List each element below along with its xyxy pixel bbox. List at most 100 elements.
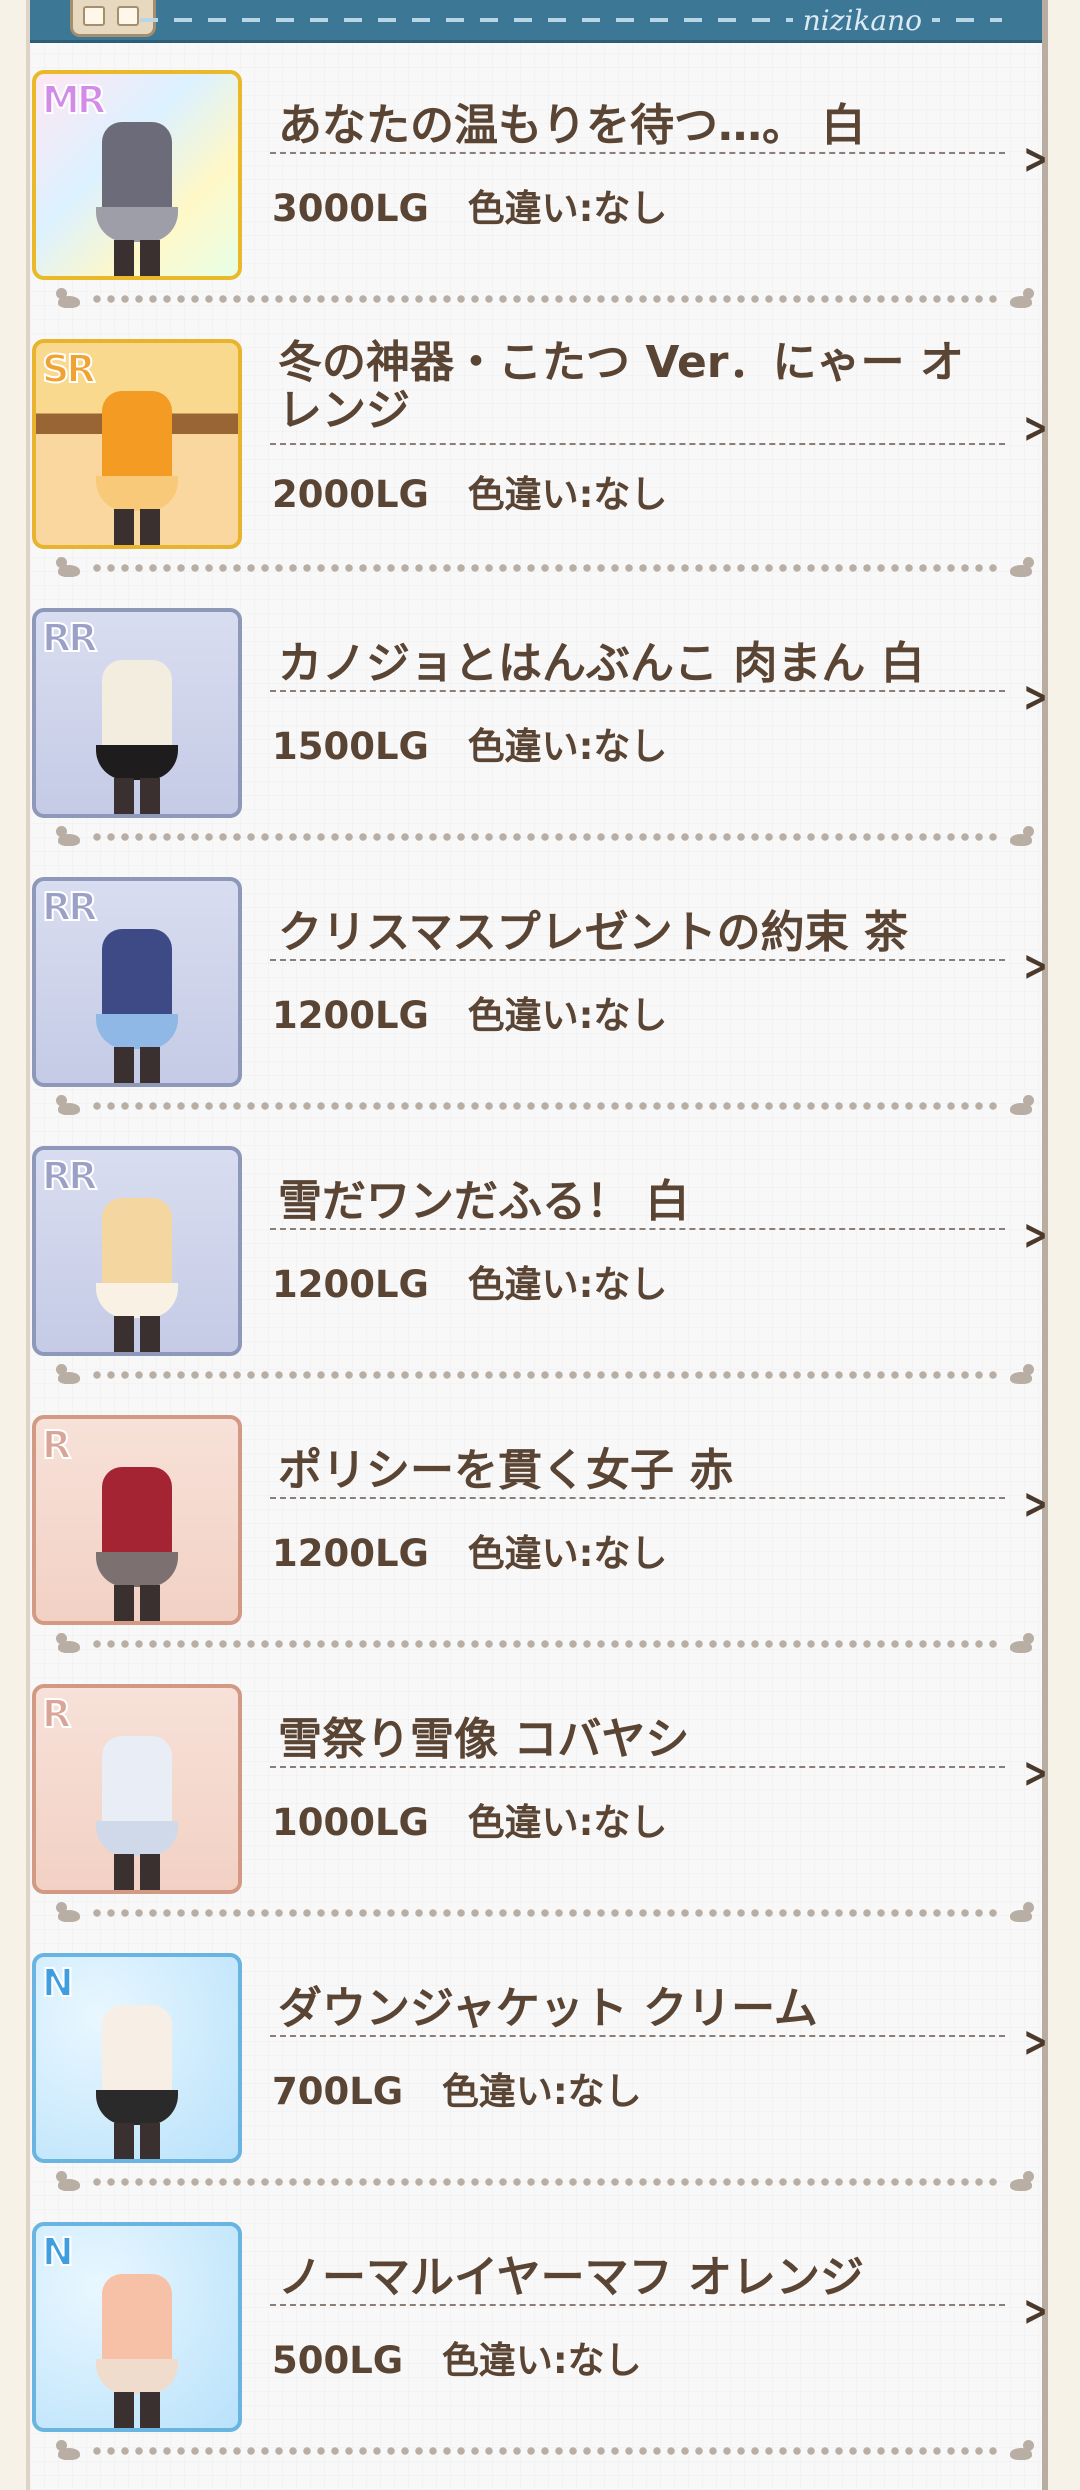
rarity-badge: R xyxy=(41,1422,72,1468)
row-separator xyxy=(50,557,1040,577)
chevron-right-icon[interactable]: > xyxy=(1023,672,1048,721)
chevron-right-icon[interactable]: > xyxy=(1023,1748,1048,1797)
separator-dots xyxy=(90,295,1000,303)
item-price-line: 500LG 色違い:なし xyxy=(272,2330,642,2384)
item-thumbnail: MR xyxy=(32,70,242,280)
row-separator xyxy=(50,2171,1040,2191)
item-price-line: 3000LG 色違い:なし xyxy=(272,178,667,232)
figure-legs xyxy=(114,1316,160,1352)
list-item[interactable]: MR あなたの温もりを待つ…。 白 3000LG 色違い:なし > xyxy=(30,40,1048,309)
item-thumbnail: SR xyxy=(32,339,242,549)
rarity-badge: MR xyxy=(41,77,107,123)
item-name: クリスマスプレゼントの約束 茶 xyxy=(278,907,908,958)
figure-skirt xyxy=(96,1014,178,1049)
duck-icon xyxy=(1008,2171,1034,2191)
chevron-right-icon[interactable]: > xyxy=(1023,2286,1048,2335)
item-thumbnail: RR xyxy=(32,608,242,818)
item-figure-image xyxy=(92,650,182,814)
chevron-right-icon[interactable]: > xyxy=(1023,941,1048,990)
duck-head xyxy=(56,826,67,837)
item-price: 3000LG xyxy=(272,187,429,230)
figure-legs xyxy=(114,1585,160,1621)
list-item[interactable]: R 雪祭り雪像 コバヤシ 1000LG 色違い:なし > xyxy=(30,1654,1048,1923)
chevron-right-icon[interactable]: > xyxy=(1023,1479,1048,1528)
dotted-divider xyxy=(270,443,1005,445)
duck-icon xyxy=(1008,2440,1034,2460)
row-separator xyxy=(50,288,1040,308)
item-thumbnail: N xyxy=(32,2222,242,2432)
figure-torso xyxy=(102,122,172,217)
figure-torso xyxy=(102,1467,172,1562)
item-figure-image xyxy=(92,112,182,276)
shop-item-list-page: nizikano MR あなたの温もりを待つ…。 白 3000LG 色違い:なし > S… xyxy=(0,0,1080,2490)
row-separator xyxy=(50,826,1040,846)
separator-dots xyxy=(90,1909,1000,1917)
rarity-badge: SR xyxy=(41,346,97,392)
list-item[interactable]: RR クリスマスプレゼントの約束 茶 1200LG 色違い:なし > xyxy=(30,847,1048,1116)
item-price-line: 1500LG 色違い:なし xyxy=(272,716,667,770)
item-price-line: 700LG 色違い:なし xyxy=(272,2061,642,2115)
dotted-divider xyxy=(270,690,1005,692)
duck-head xyxy=(1023,288,1034,299)
duck-icon xyxy=(56,1902,82,1922)
item-price-line: 1200LG 色違い:なし xyxy=(272,1523,667,1577)
dotted-divider xyxy=(270,2304,1005,2306)
item-price: 500LG xyxy=(272,2339,404,2382)
color-variant-label: 色違い:なし xyxy=(441,2070,642,2113)
list-item[interactable]: N ダウンジャケット クリーム 700LG 色違い:なし > xyxy=(30,1923,1048,2192)
chevron-right-icon[interactable]: > xyxy=(1023,403,1048,452)
item-price-line: 1200LG 色違い:なし xyxy=(272,985,667,1039)
duck-icon xyxy=(1008,288,1034,308)
figure-skirt xyxy=(96,2359,178,2394)
color-variant-label: 色違い:なし xyxy=(467,1532,668,1575)
item-thumbnail: R xyxy=(32,1415,242,1625)
figure-torso xyxy=(102,391,172,486)
item-name: カノジョとはんぶんこ 肉まん 白 xyxy=(278,638,925,689)
list-item[interactable]: R ポリシーを貫く女子 赤 1200LG 色違い:なし > xyxy=(30,1385,1048,1654)
duck-head xyxy=(56,288,67,299)
item-name: ダウンジャケット クリーム xyxy=(278,1983,818,2034)
item-figure-image xyxy=(92,2264,182,2428)
chevron-right-icon[interactable]: > xyxy=(1023,134,1048,183)
separator-dots xyxy=(90,833,1000,841)
row-separator xyxy=(50,1095,1040,1115)
row-separator xyxy=(50,2440,1040,2460)
duck-icon xyxy=(1008,1902,1034,1922)
chevron-right-icon[interactable]: > xyxy=(1023,1210,1048,1259)
duck-head xyxy=(56,2171,67,2182)
list-item[interactable]: SR 冬の神器・こたつ Ver．にゃー オレンジ 2000LG 色違い:なし > xyxy=(30,309,1048,578)
figure-torso xyxy=(102,929,172,1024)
list-item[interactable]: RR カノジョとはんぶんこ 肉まん 白 1500LG 色違い:なし > xyxy=(30,578,1048,847)
duck-head xyxy=(56,1902,67,1913)
dotted-divider xyxy=(270,1766,1005,1768)
dotted-divider xyxy=(270,1497,1005,1499)
separator-dots xyxy=(90,2447,1000,2455)
duck-head xyxy=(1023,1095,1034,1106)
list-item[interactable]: RR 雪だワンだふる！ 白 1200LG 色違い:なし > xyxy=(30,1116,1048,1385)
figure-skirt xyxy=(96,1552,178,1587)
rarity-badge: RR xyxy=(41,615,98,661)
rarity-badge: N xyxy=(41,1960,75,2006)
color-variant-label: 色違い:なし xyxy=(467,473,668,516)
row-separator xyxy=(50,1902,1040,1922)
item-name: 雪祭り雪像 コバヤシ xyxy=(278,1714,690,1765)
chevron-right-icon[interactable]: > xyxy=(1023,2017,1048,2066)
item-price: 700LG xyxy=(272,2070,404,2113)
duck-head xyxy=(1023,826,1034,837)
duck-head xyxy=(56,557,67,568)
item-price: 1200LG xyxy=(272,1263,429,1306)
list-item[interactable]: N ノーマルイヤーマフ オレンジ 500LG 色違い:なし > xyxy=(30,2192,1048,2461)
rarity-badge: N xyxy=(41,2229,75,2275)
item-name: ポリシーを貫く女子 赤 xyxy=(278,1445,734,1496)
separator-dots xyxy=(90,1640,1000,1648)
duck-head xyxy=(1023,2171,1034,2182)
item-price-line: 1200LG 色違い:なし xyxy=(272,1254,667,1308)
item-price-line: 1000LG 色違い:なし xyxy=(272,1792,667,1846)
separator-dots xyxy=(90,1371,1000,1379)
color-variant-label: 色違い:なし xyxy=(467,725,668,768)
